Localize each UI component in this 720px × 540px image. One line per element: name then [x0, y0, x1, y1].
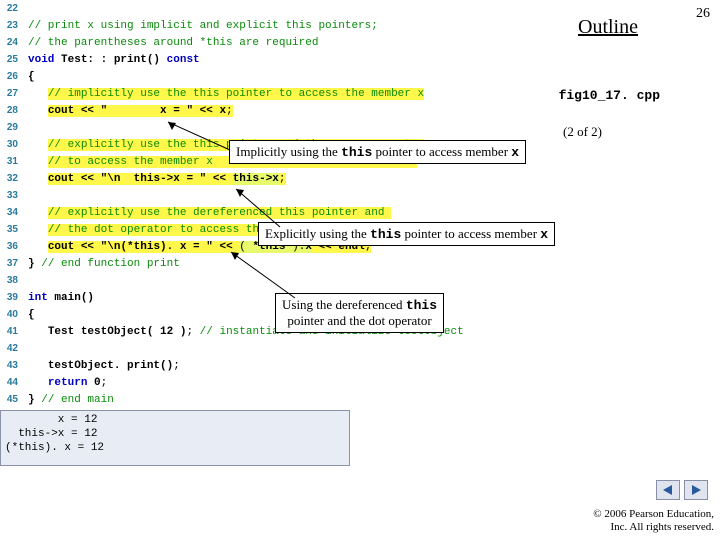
triangle-left-icon	[662, 484, 674, 496]
program-output: x = 12 this->x = 12 (*this). x = 12	[0, 410, 350, 466]
code-line: 43 testObject. print();	[0, 357, 720, 374]
line-number: 28	[0, 105, 24, 116]
line-number: 30	[0, 139, 24, 150]
line-content: {	[24, 71, 720, 83]
line-number: 45	[0, 394, 24, 405]
code-line: 42	[0, 340, 720, 357]
line-number: 39	[0, 292, 24, 303]
code-line: 33	[0, 187, 720, 204]
copyright-footer: © 2006 Pearson Education, Inc. All right…	[593, 508, 714, 534]
line-number: 34	[0, 207, 24, 218]
line-content: void Test: : print() const	[24, 54, 720, 66]
code-line: 44 return 0;	[0, 374, 720, 391]
line-content: } // end function print	[24, 258, 720, 270]
line-number: 31	[0, 156, 24, 167]
code-line: 32 cout << "\n this->x = " << this->x;	[0, 170, 720, 187]
line-number: 25	[0, 54, 24, 65]
code-line: 34 // explicitly use the dereferenced th…	[0, 204, 720, 221]
line-number: 41	[0, 326, 24, 337]
outline-heading: Outline	[578, 16, 638, 39]
line-number: 42	[0, 343, 24, 354]
callout-implicit-this: Implicitly using the this pointer to acc…	[229, 140, 526, 164]
callout-explicit-this: Explicitly using the this pointer to acc…	[258, 222, 555, 246]
line-number: 40	[0, 309, 24, 320]
line-number: 38	[0, 275, 24, 286]
code-line: 25void Test: : print() const	[0, 51, 720, 68]
line-number: 35	[0, 224, 24, 235]
line-content: return 0;	[24, 377, 720, 389]
nav-buttons	[656, 480, 708, 500]
line-content: } // end main	[24, 394, 720, 406]
next-button[interactable]	[684, 480, 708, 500]
code-listing: 2223// print x using implicit and explic…	[0, 0, 720, 408]
prev-button[interactable]	[656, 480, 680, 500]
line-content: // explicitly use the dereferenced this …	[24, 207, 720, 219]
line-content: testObject. print();	[24, 360, 720, 372]
code-line: 37} // end function print	[0, 255, 720, 272]
line-number: 22	[0, 3, 24, 14]
code-line: 45} // end main	[0, 391, 720, 408]
code-line: 29	[0, 119, 720, 136]
code-line: 26{	[0, 68, 720, 85]
triangle-right-icon	[690, 484, 702, 496]
line-number: 43	[0, 360, 24, 371]
line-number: 37	[0, 258, 24, 269]
line-number: 33	[0, 190, 24, 201]
page-number: 26	[696, 6, 710, 22]
line-number: 44	[0, 377, 24, 388]
code-line: 28 cout << " x = " << x;	[0, 102, 720, 119]
code-line: 38	[0, 272, 720, 289]
line-number: 32	[0, 173, 24, 184]
line-number: 36	[0, 241, 24, 252]
callout-deref-this: Using the dereferenced this pointer and …	[275, 293, 444, 333]
line-number: 29	[0, 122, 24, 133]
line-number: 26	[0, 71, 24, 82]
line-number: 23	[0, 20, 24, 31]
line-content: cout << " x = " << x;	[24, 105, 720, 117]
code-line: 22	[0, 0, 720, 17]
line-content: cout << "\n this->x = " << this->x;	[24, 173, 720, 185]
line-number: 27	[0, 88, 24, 99]
figure-label: fig10_17. cpp	[559, 88, 660, 103]
page-position: (2 of 2)	[563, 124, 602, 140]
line-number: 24	[0, 37, 24, 48]
